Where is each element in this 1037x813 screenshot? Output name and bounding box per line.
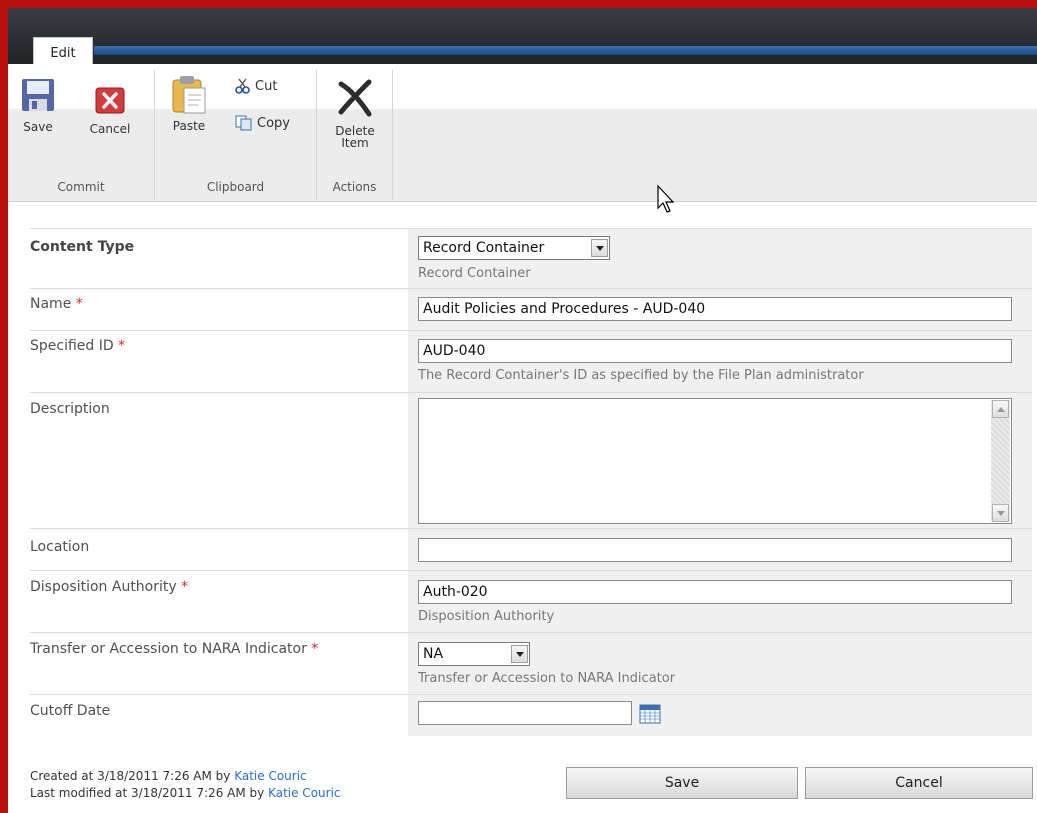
scroll-up-icon[interactable] [992, 400, 1009, 418]
name-value: Audit Policies and Procedures - AUD-040 [408, 289, 1032, 330]
description-label: Description [30, 401, 110, 417]
modified-by-link[interactable]: Katie Couric [268, 786, 340, 800]
nara-indicator-hint: Transfer or Accession to NARA Indicator [418, 671, 676, 686]
paste-clipboard-icon [172, 76, 206, 114]
created-line: Created at 3/18/2011 7:26 AM by Katie Co… [30, 769, 307, 783]
cutoff-date-input[interactable] [418, 701, 632, 725]
copy-label: Copy [257, 115, 290, 131]
cutoff-date-value [408, 695, 1032, 736]
save-label: Save [23, 120, 53, 134]
delete-item-button[interactable]: Delete Item [323, 78, 387, 149]
content-type-hint: Record Container [418, 266, 531, 281]
specified-id-value: AUD-040 The Record Container's ID as spe… [408, 331, 1032, 392]
scissors-icon [235, 78, 250, 94]
calendar-icon[interactable] [639, 704, 661, 724]
ribbon-group-clipboard: Paste Cut Copy Clipboard [155, 70, 317, 200]
location-value [408, 529, 1032, 570]
disposition-authority-label: Disposition Authority * [30, 579, 189, 595]
save-button[interactable]: Save [18, 78, 58, 133]
nara-indicator-label: Transfer or Accession to NARA Indicator … [30, 641, 319, 657]
floppy-save-icon [22, 79, 54, 111]
specified-id-input[interactable]: AUD-040 [418, 339, 1012, 363]
row-specified-id: Specified ID * AUD-040 The Record Contai… [30, 330, 1032, 392]
row-content-type: Content Type Record Container Record Con… [30, 228, 1032, 288]
chevron-down-icon [591, 239, 608, 257]
modified-line: Last modified at 3/18/2011 7:26 AM by Ka… [30, 786, 341, 800]
row-name: Name * Audit Policies and Procedures - A… [30, 288, 1032, 330]
commit-group-label: Commit [57, 180, 105, 194]
description-value [408, 393, 1032, 528]
top-band: Edit [8, 8, 1037, 73]
form-cancel-button[interactable]: Cancel [805, 767, 1033, 799]
cancel-button[interactable]: Cancel [82, 80, 138, 135]
content-type-select[interactable]: Record Container [418, 236, 610, 260]
name-input[interactable]: Audit Policies and Procedures - AUD-040 [418, 297, 1012, 321]
cancel-x-icon [95, 87, 125, 114]
chevron-down-icon [511, 645, 528, 663]
description-scrollbar[interactable] [991, 400, 1010, 522]
disposition-authority-value: Auth-020 Disposition Authority [408, 571, 1032, 632]
delete-x-icon [338, 79, 372, 117]
disposition-authority-input[interactable]: Auth-020 [418, 580, 1012, 604]
form-save-button[interactable]: Save [566, 767, 798, 799]
paste-label: Paste [172, 119, 206, 133]
nara-indicator-select[interactable]: NA [418, 642, 530, 666]
item-metadata: Created at 3/18/2011 7:26 AM by Katie Co… [30, 768, 341, 802]
ribbon-group-actions: Delete Item Actions [317, 70, 393, 200]
description-textarea[interactable] [418, 398, 1012, 524]
copy-button[interactable]: Copy [235, 115, 290, 131]
row-description: Description [30, 392, 1032, 528]
specified-id-hint: The Record Container's ID as specified b… [418, 368, 864, 383]
ribbon: Save Cancel Commit Paste Cut Copy Clipbo… [8, 64, 1037, 202]
name-label: Name * [30, 296, 83, 312]
nara-indicator-value: NA Transfer or Accession to NARA Indicat… [408, 633, 1032, 694]
created-by-link[interactable]: Katie Couric [234, 769, 306, 783]
row-nara-indicator: Transfer or Accession to NARA Indicator … [30, 632, 1032, 694]
scroll-down-icon[interactable] [992, 504, 1009, 522]
cutoff-date-label: Cutoff Date [30, 703, 111, 719]
delete-label-line2: Item [341, 136, 369, 150]
row-location: Location [30, 528, 1032, 570]
blue-stripe [94, 46, 1037, 55]
copy-icon [235, 115, 252, 131]
row-disposition-authority: Disposition Authority * Auth-020 Disposi… [30, 570, 1032, 632]
content-type-value: Record Container Record Container [408, 229, 1032, 288]
cancel-label: Cancel [89, 122, 131, 136]
clipboard-group-label: Clipboard [206, 180, 265, 194]
paste-button[interactable]: Paste [167, 74, 211, 132]
location-label: Location [30, 539, 90, 555]
cut-label: Cut [255, 78, 278, 94]
disposition-authority-hint: Disposition Authority [418, 609, 555, 624]
specified-id-label: Specified ID * [30, 338, 126, 354]
mouse-cursor-icon [657, 184, 675, 213]
row-cutoff-date: Cutoff Date [30, 694, 1032, 736]
location-input[interactable] [418, 538, 1012, 562]
actions-group-label: Actions [332, 180, 377, 194]
content-type-label: Content Type [30, 239, 135, 255]
cut-button[interactable]: Cut [235, 78, 277, 94]
ribbon-group-commit: Save Cancel Commit [8, 70, 155, 200]
